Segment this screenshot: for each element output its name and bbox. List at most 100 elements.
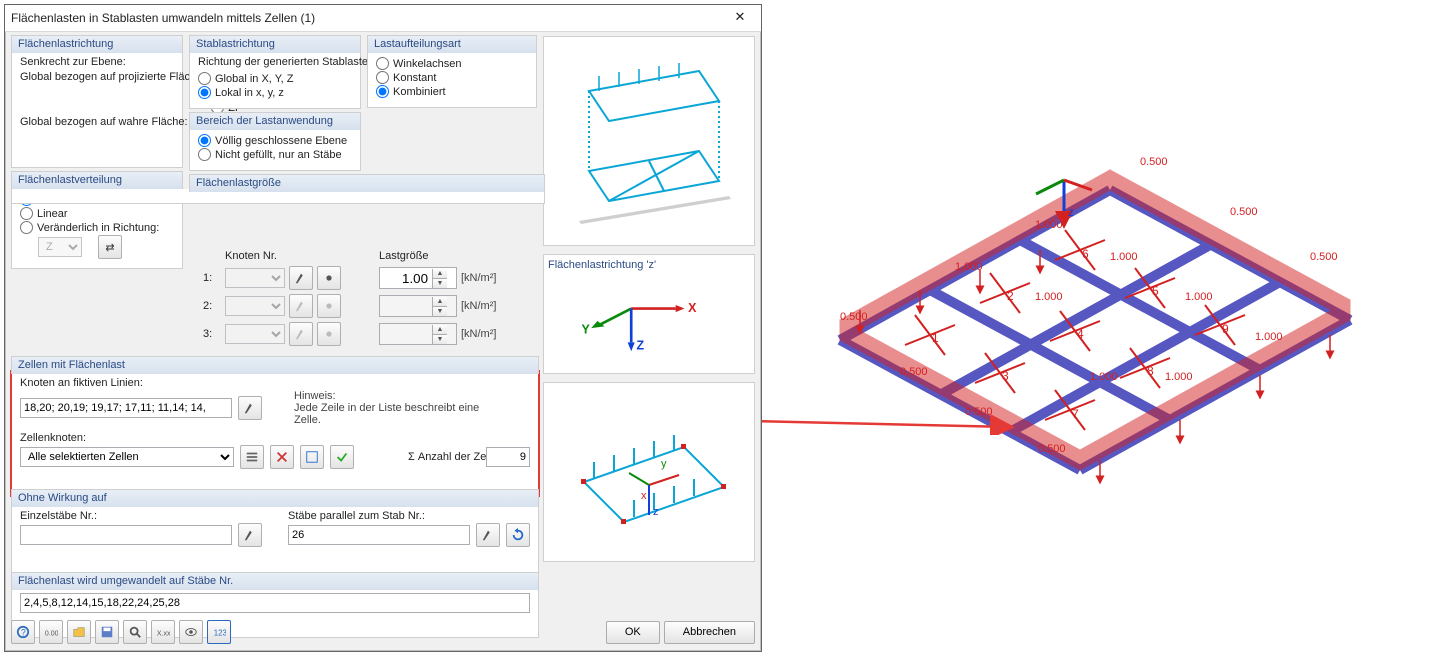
svg-text:0.500: 0.500 <box>1310 251 1338 263</box>
radio-winkelachsen[interactable]: Winkelachsen <box>376 57 528 70</box>
group-header: Flächenlastverteilung <box>11 171 183 189</box>
pick-node-icon[interactable] <box>317 266 341 290</box>
svg-text:5: 5 <box>1152 284 1159 298</box>
eye-icon[interactable] <box>179 620 203 644</box>
svg-text:1.000: 1.000 <box>1185 291 1213 303</box>
svg-text:Y: Y <box>581 322 590 336</box>
input-knoten-liste[interactable] <box>20 398 232 418</box>
svg-text:3: 3 <box>1002 369 1009 383</box>
radio-voellig[interactable]: Völlig geschlossene Ebene <box>198 134 352 147</box>
group-header: Zellen mit Flächenlast <box>11 356 539 374</box>
help-icon[interactable]: ? <box>11 620 35 644</box>
svg-text:0.500: 0.500 <box>900 366 928 378</box>
label-zellenknoten: Zellenknoten: <box>20 432 530 444</box>
group-header: Flächenlast wird umgewandelt auf Stäbe N… <box>11 572 539 590</box>
pick-icon[interactable] <box>238 523 262 547</box>
svg-text:?: ? <box>21 628 26 638</box>
pick-icon[interactable] <box>476 523 500 547</box>
svg-text:123: 123 <box>214 629 226 638</box>
save-icon[interactable] <box>95 620 119 644</box>
group-header: Flächenlastrichtung <box>11 35 183 53</box>
preview-axes: Flächenlastrichtung 'z' X Y Z <box>543 254 755 374</box>
select-node-3 <box>225 324 285 344</box>
input-parallel[interactable] <box>288 525 470 545</box>
label-hinweis: Hinweis: <box>294 390 336 402</box>
list-icon[interactable] <box>240 445 264 469</box>
pick-icon[interactable] <box>289 294 313 318</box>
numbers-icon[interactable]: 123 <box>207 620 231 644</box>
input-einzelstaebe[interactable] <box>20 525 232 545</box>
label-lastgroesse: Lastgröße <box>379 250 457 262</box>
close-button[interactable]: ✕ <box>723 8 757 28</box>
svg-text:8: 8 <box>1147 364 1154 378</box>
svg-text:9: 9 <box>1222 322 1229 336</box>
svg-text:0.500: 0.500 <box>840 311 868 323</box>
group-header: Ohne Wirkung auf <box>11 489 539 507</box>
pick-icon[interactable] <box>238 396 262 420</box>
group-stablastrichtung: Stablastrichtung Richtung der generierte… <box>189 50 361 109</box>
structural-3d-view: 1 2 6 3 4 5 7 8 9 0.5000.5000.500 0.5000… <box>780 120 1440 550</box>
input-p2: ▲▼ <box>379 295 457 317</box>
group-ohne-wirkung: Ohne Wirkung auf Einzelstäbe Nr.: Stäbe … <box>11 504 539 579</box>
svg-text:1: 1 <box>932 331 939 345</box>
delete-icon[interactable] <box>270 445 294 469</box>
svg-text:Z: Z <box>637 338 645 352</box>
svg-text:X: X <box>688 301 697 315</box>
group-bereich: Bereich der Lastanwendung Völlig geschlo… <box>189 127 361 171</box>
label-knoten-linien: Knoten an fiktiven Linien: <box>20 377 530 389</box>
pick-icon[interactable] <box>289 266 313 290</box>
radio-konstant-art[interactable]: Konstant <box>376 71 528 84</box>
svg-text:z: z <box>1068 205 1074 219</box>
label-genrichtung: Richtung der generierten Stablasten: <box>198 56 352 68</box>
label-anzahl: Σ Anzahl der Zellen: <box>408 451 480 463</box>
group-header: Lastaufteilungsart <box>367 35 537 53</box>
radio-global-xyz[interactable]: Global in X, Y, Z <box>198 72 352 85</box>
svg-text:7: 7 <box>1072 407 1079 421</box>
group-header: Bereich der Lastanwendung <box>189 112 361 130</box>
input-p1[interactable]: ▲▼ <box>379 267 457 289</box>
group-header: Stablastrichtung <box>189 35 361 53</box>
label-knoten-nr: Knoten Nr. <box>225 250 285 262</box>
radio-nichtgefuellt[interactable]: Nicht gefüllt, nur an Stäbe <box>198 148 352 161</box>
edit-blue-icon[interactable] <box>300 445 324 469</box>
radio-linear[interactable]: Linear <box>20 207 174 220</box>
units-icon[interactable]: 0.00 <box>39 620 63 644</box>
group-zellen: Zellen mit Flächenlast Knoten an fiktive… <box>11 371 539 496</box>
dialog-title: Flächenlasten in Stablasten umwandeln mi… <box>11 11 723 25</box>
radio-veraenderlich[interactable]: Veränderlich in Richtung: <box>20 221 174 234</box>
svg-text:z: z <box>653 506 659 518</box>
pick-node-icon[interactable] <box>317 294 341 318</box>
svg-text:0.500: 0.500 <box>1038 443 1066 455</box>
select-node-1 <box>225 268 285 288</box>
preview-iso <box>543 36 755 246</box>
label-einzelstaebe: Einzelstäbe Nr.: <box>20 510 262 522</box>
ok-button[interactable]: OK <box>606 621 660 644</box>
check-icon[interactable] <box>330 445 354 469</box>
swap-button[interactable]: ⇄ <box>98 235 122 259</box>
pick-node-icon[interactable] <box>317 322 341 346</box>
cancel-button[interactable]: Abbrechen <box>664 621 755 644</box>
label-senkrecht: Senkrecht zur Ebene: <box>20 56 205 69</box>
svg-text:0.00: 0.00 <box>45 631 58 638</box>
decimals-icon[interactable]: X.xx <box>151 620 175 644</box>
radio-lokal-xyz[interactable]: Lokal in x, y, z <box>198 86 352 99</box>
label-parallel: Stäbe parallel zum Stab Nr.: <box>288 510 530 522</box>
svg-text:0.500: 0.500 <box>965 406 993 418</box>
pick-icon[interactable] <box>289 322 313 346</box>
svg-text:2: 2 <box>1007 289 1014 303</box>
group-lastaufteilungsart: Lastaufteilungsart Winkelachsen Konstant… <box>367 50 537 108</box>
svg-text:0.500: 0.500 <box>1140 156 1168 168</box>
group-flaechenlastgroesse: Flächenlastgröße <box>11 189 545 204</box>
svg-text:1.000: 1.000 <box>1255 331 1283 343</box>
radio-kombiniert[interactable]: Kombiniert <box>376 85 528 98</box>
svg-text:1.000: 1.000 <box>1165 371 1193 383</box>
label-hinweis-text: Jede Zeile in der Liste beschreibt eine … <box>294 402 479 426</box>
select-axis-z: Z <box>38 237 82 257</box>
preview-local: x y z <box>543 382 755 562</box>
reset-icon[interactable] <box>506 523 530 547</box>
select-alle-zellen[interactable]: Alle selektierten Zellen <box>20 447 234 467</box>
open-icon[interactable] <box>67 620 91 644</box>
preview-title: Flächenlastrichtung 'z' <box>548 259 750 271</box>
svg-text:4: 4 <box>1077 327 1084 341</box>
zoom-icon[interactable] <box>123 620 147 644</box>
